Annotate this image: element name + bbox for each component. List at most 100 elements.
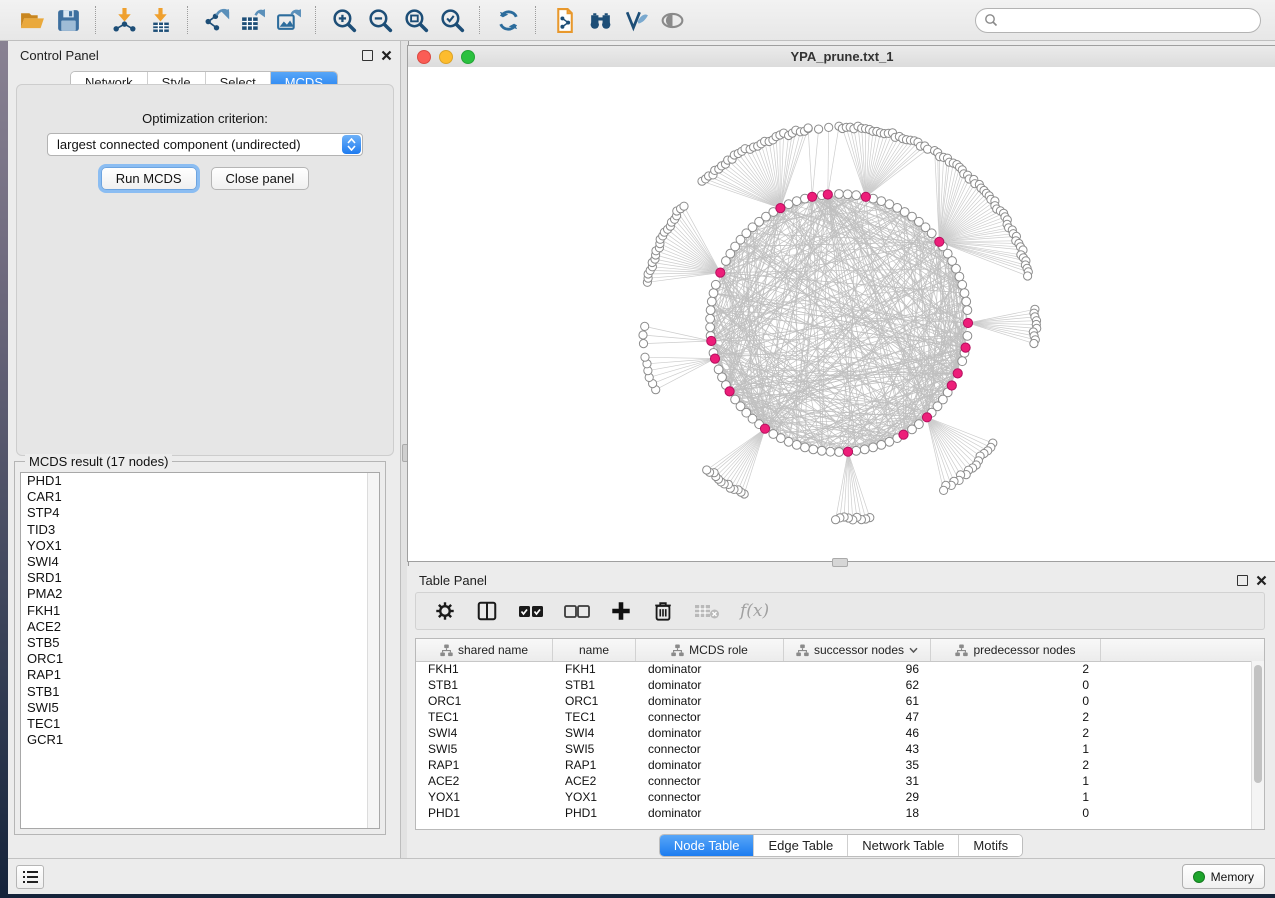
network-graph[interactable] (408, 67, 1275, 561)
result-node-item[interactable]: YOX1 (21, 538, 379, 554)
result-node-item[interactable]: TID3 (21, 522, 379, 538)
cell-predecessor-nodes: 1 (931, 774, 1101, 788)
cell-predecessor-nodes: 0 (931, 694, 1101, 708)
deselect-all-checkboxes-icon[interactable] (564, 602, 590, 620)
zoom-fit-icon[interactable] (401, 5, 431, 35)
cell-shared-name: STB1 (416, 678, 553, 692)
result-node-item[interactable]: STB1 (21, 684, 379, 700)
network-window-titlebar[interactable]: YPA_prune.txt_1 (408, 46, 1275, 68)
import-table-icon[interactable] (145, 5, 175, 35)
table-scrollbar-thumb[interactable] (1254, 665, 1262, 783)
memory-button[interactable]: Memory (1182, 864, 1265, 889)
open-file-icon[interactable] (17, 5, 47, 35)
table-row[interactable]: ACE2ACE2connector311 (416, 773, 1252, 789)
table-row[interactable]: SWI5SWI5connector431 (416, 741, 1252, 757)
result-node-item[interactable]: GCR1 (21, 732, 379, 748)
cell-successor-nodes: 31 (784, 774, 931, 788)
cell-predecessor-nodes: 1 (931, 790, 1101, 804)
cell-predecessor-nodes: 2 (931, 758, 1101, 772)
table-row[interactable]: SWI4SWI4dominator462 (416, 725, 1252, 741)
select-all-checkboxes-icon[interactable] (518, 602, 544, 620)
search-input[interactable] (1003, 12, 1260, 28)
tab-edge-table[interactable]: Edge Table (754, 835, 848, 856)
cell-shared-name: FKH1 (416, 662, 553, 676)
table-settings-gear-icon[interactable] (434, 600, 456, 622)
column-header-shared-name[interactable]: shared name (416, 639, 553, 661)
delete-column-trash-icon[interactable] (652, 600, 674, 622)
table-row[interactable]: TEC1TEC1connector472 (416, 709, 1252, 725)
table-row[interactable]: FKH1FKH1dominator962 (416, 661, 1252, 677)
cell-predecessor-nodes: 2 (931, 710, 1101, 724)
columns-view-icon[interactable] (476, 600, 498, 622)
result-node-item[interactable]: ORC1 (21, 651, 379, 667)
result-node-item[interactable]: RAP1 (21, 667, 379, 683)
save-session-icon[interactable] (53, 5, 83, 35)
result-node-item[interactable]: STP4 (21, 505, 379, 521)
search-binoculars-icon[interactable] (585, 5, 615, 35)
import-network-icon[interactable] (109, 5, 139, 35)
table-scrollbar[interactable] (1251, 661, 1264, 829)
close-panel-icon[interactable] (381, 50, 392, 61)
result-node-item[interactable]: PMA2 (21, 586, 379, 602)
close-panel-button[interactable]: Close panel (211, 167, 310, 190)
mcds-result-list[interactable]: PHD1CAR1STP4TID3YOX1SWI4SRD1PMA2FKH1ACE2… (20, 472, 380, 829)
close-table-panel-icon[interactable] (1256, 575, 1267, 586)
tab-motifs[interactable]: Motifs (959, 835, 1022, 856)
export-network-icon[interactable] (201, 5, 231, 35)
table-row[interactable]: PHD1PHD1dominator180 (416, 805, 1252, 821)
export-table-icon[interactable] (237, 5, 267, 35)
table-row[interactable]: YOX1YOX1connector291 (416, 789, 1252, 805)
cell-name: SWI4 (553, 726, 636, 740)
cell-successor-nodes: 62 (784, 678, 931, 692)
table-tab-group: Node TableEdge TableNetwork TableMotifs (659, 834, 1023, 857)
result-node-item[interactable]: SRD1 (21, 570, 379, 586)
cell-shared-name: YOX1 (416, 790, 553, 804)
table-row[interactable]: STB1STB1dominator620 (416, 677, 1252, 693)
table-panel: Table Panel (407, 566, 1275, 858)
style-brush-icon[interactable] (621, 5, 651, 35)
shared-column-icon (440, 644, 453, 657)
column-header-predecessor-nodes[interactable]: predecessor nodes (931, 639, 1101, 661)
horizontal-splitter-handle[interactable] (832, 558, 848, 567)
float-panel-icon[interactable] (362, 50, 373, 61)
tab-network-table[interactable]: Network Table (848, 835, 959, 856)
network-file-share-icon[interactable] (549, 5, 579, 35)
global-search[interactable] (975, 8, 1261, 33)
result-node-item[interactable]: STB5 (21, 635, 379, 651)
result-list-scrollbar[interactable] (367, 473, 379, 828)
tab-node-table[interactable]: Node Table (660, 835, 755, 856)
cell-shared-name: RAP1 (416, 758, 553, 772)
add-column-icon[interactable] (610, 600, 632, 622)
table-row[interactable]: RAP1RAP1dominator352 (416, 757, 1252, 773)
result-node-item[interactable]: ACE2 (21, 619, 379, 635)
refresh-icon[interactable] (493, 5, 523, 35)
float-table-panel-icon[interactable] (1237, 575, 1248, 586)
table-toolbar: f(x) (415, 592, 1265, 630)
zoom-out-icon[interactable] (365, 5, 395, 35)
result-node-item[interactable]: SWI4 (21, 554, 379, 570)
result-node-item[interactable]: FKH1 (21, 603, 379, 619)
criterion-select[interactable]: largest connected component (undirected) (47, 133, 363, 156)
table-row[interactable]: ORC1ORC1dominator610 (416, 693, 1252, 709)
main-toolbar (0, 0, 1275, 41)
column-header-MCDS-role[interactable]: MCDS role (636, 639, 784, 661)
task-history-button[interactable] (16, 865, 44, 889)
zoom-selected-icon[interactable] (437, 5, 467, 35)
shared-column-icon (671, 644, 684, 657)
column-label: shared name (458, 643, 528, 657)
cell-successor-nodes: 29 (784, 790, 931, 804)
run-mcds-button[interactable]: Run MCDS (101, 167, 197, 190)
result-node-item[interactable]: CAR1 (21, 489, 379, 505)
column-header-name[interactable]: name (553, 639, 636, 661)
function-builder-icon[interactable]: f(x) (740, 601, 769, 621)
column-header-successor-nodes[interactable]: successor nodes (784, 639, 931, 661)
result-node-item[interactable]: SWI5 (21, 700, 379, 716)
network-canvas[interactable] (408, 67, 1275, 561)
delete-table-icon[interactable] (694, 602, 720, 620)
zoom-in-icon[interactable] (329, 5, 359, 35)
export-image-icon[interactable] (273, 5, 303, 35)
result-node-item[interactable]: PHD1 (21, 473, 379, 489)
result-node-item[interactable]: TEC1 (21, 716, 379, 732)
cell-MCDS-role: connector (636, 774, 784, 788)
show-hide-eye-icon[interactable] (657, 5, 687, 35)
